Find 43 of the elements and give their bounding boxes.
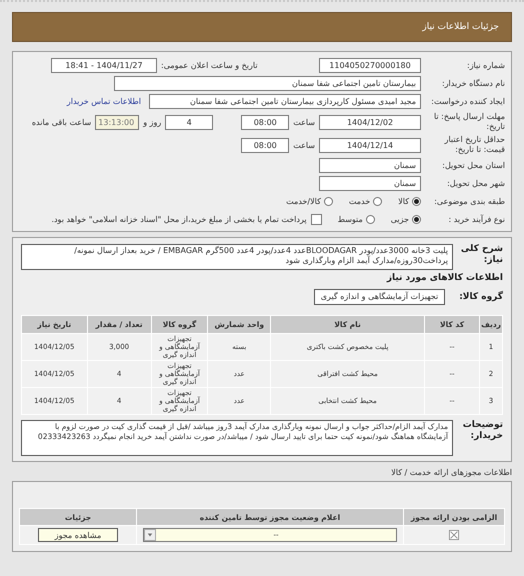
field-label: شهر محل تحویل:: [446, 178, 505, 188]
field-label: حداقل تاریخ اعتبار قیمت: تا تاریخ:: [443, 135, 505, 155]
province-field: سمنان: [319, 158, 421, 173]
announce-date-field: 1404/11/27 - 18:41: [51, 58, 157, 73]
header-title: جزئیات اطلاعات نیاز: [422, 22, 499, 32]
remaining-time-field: 13:13:00: [95, 114, 140, 130]
validity-date-field: 1404/12/14: [319, 138, 421, 152]
notes-label: توضیحات خریدار:: [462, 420, 503, 442]
goods-title: اطلاعات کالاهای مورد نیاز: [386, 273, 503, 283]
radio-option[interactable]: خدمت: [348, 197, 382, 206]
city-field: سمنان: [319, 176, 421, 191]
field-label: نوع فرآیند خرید :: [447, 214, 505, 224]
radio-option[interactable]: متوسط: [338, 215, 375, 224]
treasury-checkbox[interactable]: [310, 214, 322, 225]
field-label: شماره نیاز:: [466, 60, 505, 70]
field-label: طبقه بندی موضوعی:: [433, 196, 505, 206]
description-label: شرح کلی نیاز:: [460, 244, 503, 266]
radio-option[interactable]: کالا: [398, 197, 421, 206]
remaining-label: ساعت باقی مانده: [32, 118, 92, 126]
buyer-org-field: بیمارستان تامین اجتماعی شفا سمنان: [114, 76, 421, 91]
validity-time-field: 08:00: [241, 138, 290, 152]
field-label: استان محل تحویل:: [441, 160, 505, 170]
contact-link[interactable]: اطلاعات تماس خریدار: [66, 97, 141, 106]
radio-option[interactable]: کالا/خدمت: [286, 197, 333, 206]
permits-title: اطلاعات مجوزهای ارائه خدمت / کالا: [390, 468, 512, 477]
need-number-field: 1104050270000180: [319, 58, 421, 73]
view-permit-button[interactable]: مشاهده مجوز: [38, 528, 118, 542]
treasury-label: پرداخت تمام یا بخشی از مبلغ خرید،از محل "اسناد خزانه اسلامی" خواهد بود.: [51, 215, 307, 224]
field-label: مهلت ارسال پاسخ: تا تاریخ:: [432, 112, 505, 132]
time-label: ساعت: [293, 118, 315, 126]
time-label: ساعت: [293, 140, 315, 150]
radio-option[interactable]: جزیی: [390, 215, 421, 224]
days-label: روز و: [143, 118, 162, 126]
deadline-time-field: 08:00: [241, 114, 290, 130]
field-label: نام دستگاه خریدار:: [441, 78, 505, 88]
field-label: ایجاد کننده درخواست:: [430, 96, 505, 106]
field-label: تاریخ و ساعت اعلان عمومی:: [161, 61, 258, 70]
description-text: پلیت 3خانه 3000عدد/پودر BLOODAGARعدد 4عدد/پودر 4عدد 500گرم EMBAGAR / خرید بعداز ارسال نمونه/ پرداخت30روزه/مدارک آیمد الزام وبارگذاری شود: [21, 244, 453, 270]
deadline-date-field: 1404/12/02: [319, 114, 421, 130]
days-field: 4: [165, 114, 214, 130]
creator-field: مجید امیدی مسئول کارپردازی بیمارستان تامین اجتماعی شفا سمنان: [149, 94, 421, 109]
group-value: تجهیزات آزمایشگاهی و اندازه گیری: [314, 289, 446, 305]
group-label: گروه کالا:: [459, 292, 503, 302]
